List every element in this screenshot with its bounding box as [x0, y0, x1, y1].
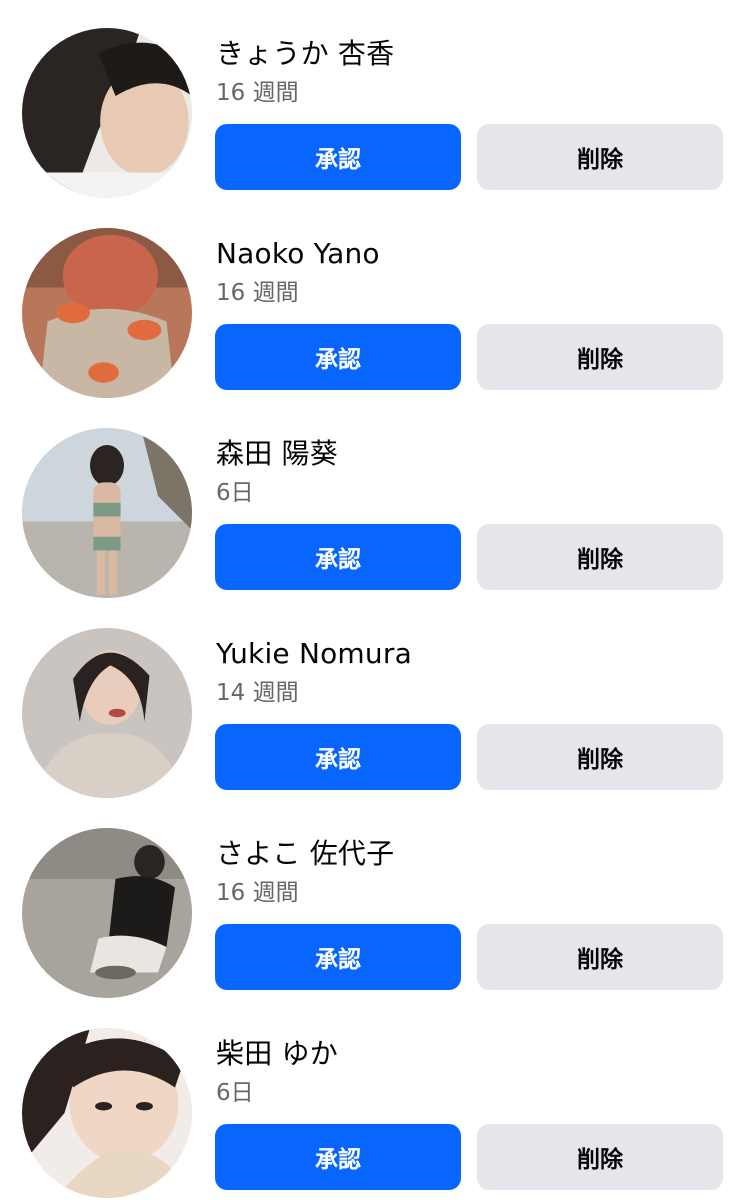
request-time: 16 週間 [216, 80, 299, 106]
confirm-button[interactable]: 承認 [215, 924, 461, 990]
delete-button[interactable]: 削除 [477, 524, 723, 590]
avatar[interactable] [22, 228, 192, 398]
friend-request-item: Yukie Nomura 14 週間 承認 削除 [0, 600, 745, 800]
request-time: 16 週間 [216, 280, 299, 306]
delete-button[interactable]: 削除 [477, 324, 723, 390]
confirm-button[interactable]: 承認 [215, 524, 461, 590]
friend-request-item: さよこ 佐代子 16 週間 承認 削除 [0, 800, 745, 1000]
delete-button[interactable]: 削除 [477, 124, 723, 190]
confirm-button[interactable]: 承認 [215, 1124, 461, 1190]
delete-button[interactable]: 削除 [477, 1124, 723, 1190]
requester-name[interactable]: 柴田 ゆか [216, 1036, 338, 1072]
avatar[interactable] [22, 1028, 192, 1198]
requester-name[interactable]: Naoko Yano [216, 236, 380, 272]
friend-request-item: 柴田 ゆか 6日 承認 削除 [0, 1000, 745, 1200]
requester-name[interactable]: きょうか 杏香 [216, 36, 394, 72]
request-time: 6日 [216, 1080, 254, 1106]
request-time: 6日 [216, 480, 254, 506]
delete-button[interactable]: 削除 [477, 724, 723, 790]
request-time: 16 週間 [216, 880, 299, 906]
friend-request-item: 森田 陽葵 6日 承認 削除 [0, 400, 745, 600]
confirm-button[interactable]: 承認 [215, 124, 461, 190]
requester-name[interactable]: 森田 陽葵 [216, 436, 338, 472]
avatar[interactable] [22, 28, 192, 198]
friend-request-item: Naoko Yano 16 週間 承認 削除 [0, 200, 745, 400]
request-time: 14 週間 [216, 680, 299, 706]
avatar[interactable] [22, 628, 192, 798]
friend-request-item: きょうか 杏香 16 週間 承認 削除 [0, 0, 745, 200]
confirm-button[interactable]: 承認 [215, 324, 461, 390]
avatar[interactable] [22, 828, 192, 998]
confirm-button[interactable]: 承認 [215, 724, 461, 790]
requester-name[interactable]: Yukie Nomura [216, 636, 412, 672]
avatar[interactable] [22, 428, 192, 598]
requester-name[interactable]: さよこ 佐代子 [216, 836, 394, 872]
friend-request-list: きょうか 杏香 16 週間 承認 削除 Naoko Yano 16 週間 承認 … [0, 0, 745, 1200]
delete-button[interactable]: 削除 [477, 924, 723, 990]
